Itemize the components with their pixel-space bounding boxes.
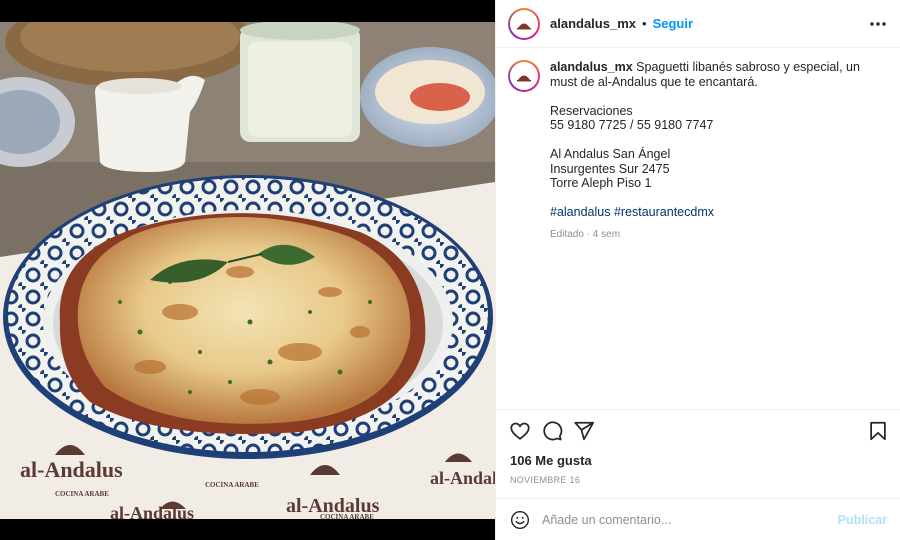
hashtags[interactable]: #alandalus #restaurantecdmx xyxy=(550,205,880,220)
placemat-sub-1: COCINA ARABE xyxy=(55,490,109,498)
follow-button[interactable]: Seguir xyxy=(653,16,693,31)
address-line-3: Torre Aleph Piso 1 xyxy=(550,176,652,190)
caption-text: alandalus_mx Spaguetti libanés sabroso y… xyxy=(550,60,880,242)
header-username[interactable]: alandalus_mx xyxy=(550,16,636,31)
avatar-logo xyxy=(510,9,538,38)
placemat-sub-3: COCINA ARABE xyxy=(205,481,259,489)
post-date[interactable]: NOVIEMBRE 16 xyxy=(510,475,580,485)
restaurant-logo-icon xyxy=(517,75,531,82)
caption-section: alandalus_mx Spaguetti libanés sabroso y… xyxy=(508,60,888,242)
caption-first-paragraph: alandalus_mx Spaguetti libanés sabroso y… xyxy=(550,60,880,89)
avatar[interactable] xyxy=(508,7,540,40)
post-actions xyxy=(496,409,900,453)
post-header: alandalus_mx • Seguir xyxy=(496,0,900,48)
edited-meta: Editado · 4 sem xyxy=(550,228,621,240)
address-line-2: Insurgentes Sur 2475 xyxy=(550,161,670,176)
caption-avatar-logo xyxy=(510,62,538,90)
post-photo[interactable]: al-Andalus al-Andalus al-Andalus al-Anda… xyxy=(0,22,495,519)
comment-icon[interactable] xyxy=(541,420,563,442)
comment-bar: Publicar xyxy=(496,498,900,540)
caption-username[interactable]: alandalus_mx xyxy=(550,60,633,74)
heart-icon[interactable] xyxy=(509,420,531,442)
header-separator: • xyxy=(642,16,647,31)
caption-avatar[interactable] xyxy=(508,60,540,92)
emoji-icon[interactable] xyxy=(510,510,530,530)
paper-plane-icon[interactable] xyxy=(573,420,595,442)
post-media[interactable]: al-Andalus al-Andalus al-Andalus al-Anda… xyxy=(0,0,495,540)
address-line-1: Al Andalus San Ángel xyxy=(550,147,671,161)
likes-count[interactable]: 106 Me gusta xyxy=(510,453,592,468)
reservations-phones: 55 9180 7725 / 55 9180 7747 xyxy=(550,118,714,132)
food-photo-illustration: al-Andalus al-Andalus al-Andalus al-Anda… xyxy=(0,22,495,519)
restaurant-logo-icon xyxy=(517,23,531,29)
bookmark-icon[interactable] xyxy=(867,420,889,442)
placemat-sub-2: COCINA ARABE xyxy=(320,513,374,519)
reservations-label: Reservaciones xyxy=(550,103,633,118)
more-horizontal-icon[interactable] xyxy=(869,16,887,32)
publish-button[interactable]: Publicar xyxy=(838,513,887,527)
placemat-brand-1: al-Andalus xyxy=(20,457,123,482)
comment-input[interactable] xyxy=(542,509,832,531)
placemat-brand-3: al-Andalus xyxy=(430,468,495,488)
post-details-panel: alandalus_mx • Seguir alandalus_mx Spagu… xyxy=(495,0,900,540)
